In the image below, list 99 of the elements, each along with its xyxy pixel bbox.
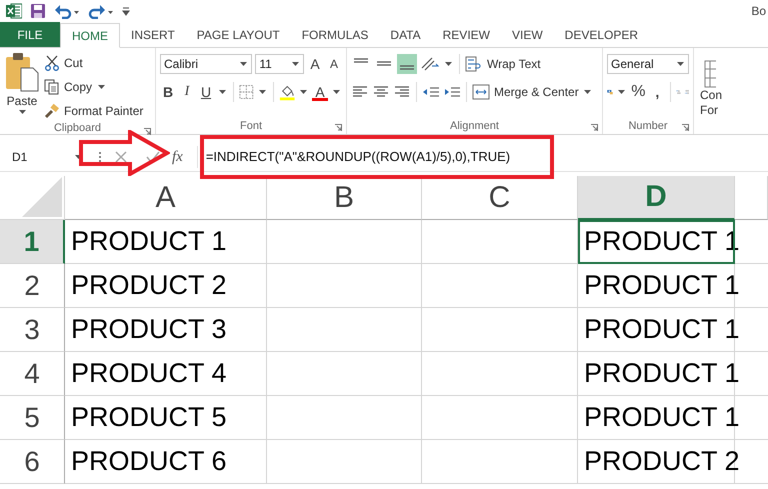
- file-tab[interactable]: FILE: [0, 22, 60, 47]
- table-cell[interactable]: PRODUCT 2: [65, 264, 267, 308]
- caret-icon[interactable]: [18, 110, 26, 114]
- caret-icon[interactable]: [292, 62, 299, 66]
- window-title: Bo: [751, 4, 766, 18]
- fill-color-icon[interactable]: [278, 83, 296, 101]
- row-header[interactable]: 5: [0, 396, 65, 440]
- more-options-icon[interactable]: [98, 151, 102, 163]
- underline-button[interactable]: U: [198, 82, 214, 102]
- row-header[interactable]: 3: [0, 308, 65, 352]
- bold-button[interactable]: B: [160, 82, 176, 102]
- ribbon-tab[interactable]: FORMULAS: [290, 23, 380, 47]
- shrink-font-button[interactable]: A: [326, 54, 342, 74]
- caret-icon[interactable]: [618, 90, 626, 94]
- customize-menu-icon[interactable]: [122, 5, 130, 17]
- table-cell[interactable]: [422, 352, 578, 396]
- comma-style-button[interactable]: ,: [649, 82, 666, 102]
- table-cell[interactable]: PRODUCT 1: [65, 220, 267, 264]
- conditional-formatting-label[interactable]: Con: [700, 88, 722, 103]
- copy-icon: [44, 79, 60, 95]
- redo-icon[interactable]: [88, 3, 114, 19]
- table-cell[interactable]: [422, 220, 578, 264]
- caret-icon[interactable]: [219, 90, 226, 94]
- enter-check-icon[interactable]: [146, 150, 160, 164]
- merge-center-button[interactable]: Merge & Center: [472, 81, 579, 103]
- dialog-launcher-icon[interactable]: [682, 124, 689, 131]
- caret-icon[interactable]: [240, 62, 248, 66]
- group-label: Number: [628, 120, 668, 132]
- wrap-text-icon: [465, 56, 483, 72]
- align-icon[interactable]: [397, 54, 417, 74]
- formula-input[interactable]: =INDIRECT("A"&ROUNDUP((ROW(A1)/5),0),TRUE): [196, 146, 768, 168]
- table-cell[interactable]: [267, 440, 422, 484]
- table-cell[interactable]: PRODUCT 3: [65, 308, 267, 352]
- cancel-icon[interactable]: [114, 150, 128, 164]
- spreadsheet-app-icon[interactable]: [6, 3, 22, 19]
- wrap-text-button[interactable]: Wrap Text: [465, 53, 541, 75]
- ribbon-tab[interactable]: VIEW: [500, 23, 554, 47]
- save-icon[interactable]: [30, 3, 46, 19]
- italic-button[interactable]: I: [179, 82, 195, 102]
- table-cell[interactable]: [422, 440, 578, 484]
- insert-function-button[interactable]: fx: [172, 148, 183, 166]
- cut-button[interactable]: Cut: [44, 52, 144, 74]
- ribbon-tab[interactable]: DATA: [379, 23, 432, 47]
- table-cell[interactable]: [267, 396, 422, 440]
- table-cell[interactable]: [267, 220, 422, 264]
- caret-icon[interactable]: [677, 62, 684, 66]
- dialog-launcher-icon[interactable]: [335, 124, 342, 131]
- table-cell[interactable]: PRODUCT 6: [65, 440, 267, 484]
- caret-icon[interactable]: [258, 90, 266, 94]
- row-header[interactable]: 6: [0, 440, 65, 484]
- group-label: Alignment: [450, 120, 499, 132]
- font-size-dropdown[interactable]: 11: [255, 54, 304, 74]
- table-cell[interactable]: PRODUCT 4: [65, 352, 267, 396]
- conditional-formatting-label[interactable]: For: [700, 103, 718, 118]
- caret-icon[interactable]: [98, 85, 106, 89]
- row-header[interactable]: 2: [0, 264, 65, 308]
- caret-icon[interactable]: [300, 90, 308, 94]
- percent-button[interactable]: %: [630, 82, 646, 102]
- number-format-dropdown[interactable]: General: [607, 54, 689, 74]
- ribbon-tab[interactable]: PAGE LAYOUT: [186, 23, 291, 47]
- column-header[interactable]: D: [578, 176, 735, 220]
- dialog-launcher-icon[interactable]: [591, 124, 598, 131]
- group-label: Font: [240, 120, 262, 132]
- dialog-launcher-icon[interactable]: [144, 128, 151, 135]
- text-orientation-icon[interactable]: [420, 56, 440, 72]
- ribbon-tab[interactable]: HOME: [60, 23, 120, 48]
- ribbon-tab[interactable]: REVIEW: [432, 23, 501, 47]
- table-cell[interactable]: [267, 352, 422, 396]
- paste-button[interactable]: Paste: [4, 52, 40, 122]
- format-painter-button[interactable]: Format Painter: [44, 100, 144, 122]
- copy-button[interactable]: Copy: [44, 76, 144, 98]
- undo-icon[interactable]: [54, 3, 80, 19]
- font-color-button[interactable]: A: [312, 84, 328, 100]
- table-format-icon[interactable]: [704, 60, 716, 88]
- group-label: Clipboard: [54, 122, 102, 134]
- column-header[interactable]: B: [267, 176, 422, 220]
- row-header[interactable]: 4: [0, 352, 65, 396]
- table-cell[interactable]: [267, 308, 422, 352]
- clipboard-icon: [5, 52, 39, 92]
- table-cell[interactable]: [422, 396, 578, 440]
- grow-font-button[interactable]: A: [307, 54, 323, 74]
- ribbon-tab[interactable]: DEVELOPER: [554, 23, 650, 47]
- row-header[interactable]: 1: [0, 220, 65, 264]
- table-cell[interactable]: [267, 264, 422, 308]
- table-cell[interactable]: PRODUCT 5: [65, 396, 267, 440]
- caret-icon[interactable]: [333, 90, 340, 94]
- font-name-dropdown[interactable]: Calibri: [160, 54, 252, 74]
- merge-cells-icon: [472, 84, 490, 100]
- name-box[interactable]: D1: [6, 146, 86, 168]
- table-cell[interactable]: [422, 308, 578, 352]
- borders-icon[interactable]: [238, 84, 254, 100]
- scissors-icon: [44, 55, 60, 71]
- caret-icon[interactable]: [75, 155, 82, 159]
- paintbrush-icon: [44, 103, 60, 119]
- column-header[interactable]: A: [65, 176, 267, 220]
- table-cell[interactable]: [422, 264, 578, 308]
- caret-icon[interactable]: [584, 90, 591, 94]
- caret-icon[interactable]: [445, 62, 452, 66]
- ribbon-tab[interactable]: INSERT: [120, 23, 186, 47]
